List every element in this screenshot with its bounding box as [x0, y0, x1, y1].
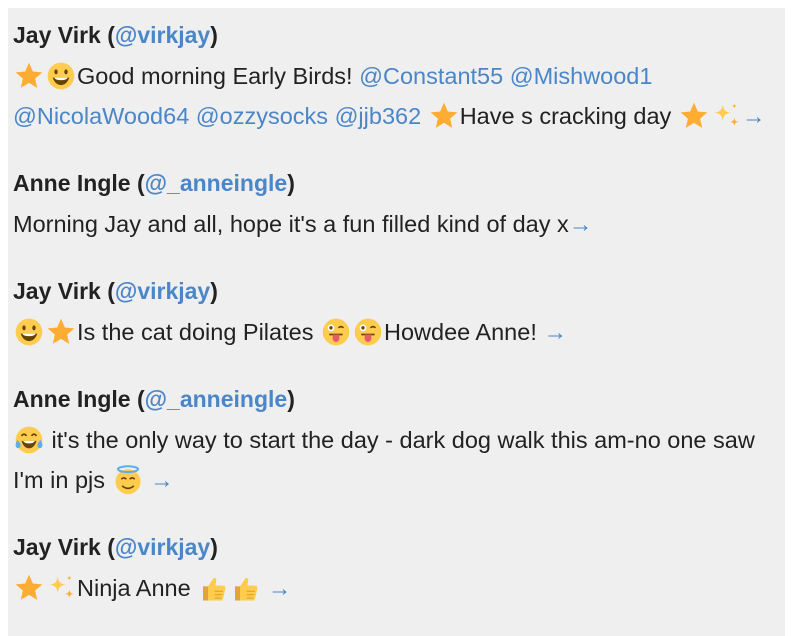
- mention-link[interactable]: @Mishwood1: [510, 63, 653, 89]
- tweet-text: Is the cat doing Pilates Howdee Anne! →: [13, 312, 785, 352]
- sparkles-icon: [711, 101, 741, 131]
- tweet: Jay Virk (@virkjay) Good morning Early B…: [8, 18, 785, 136]
- author-handle-link[interactable]: @_anneingle: [145, 170, 288, 196]
- mention-link[interactable]: @ozzysocks: [196, 103, 328, 129]
- tweet-author-line: Anne Ingle (@_anneingle): [13, 166, 785, 200]
- star-icon: [679, 101, 709, 131]
- tweet-author-line: Jay Virk (@virkjay): [13, 274, 785, 308]
- sparkles-icon: [46, 573, 76, 603]
- tweet-feed: Jay Virk (@virkjay) Good morning Early B…: [8, 8, 785, 636]
- author-handle-wrap: (@virkjay): [107, 22, 218, 48]
- author-handle-wrap: (@virkjay): [107, 278, 218, 304]
- tweet-text: Good morning Early Birds! @Constant55 @M…: [13, 56, 785, 136]
- author-handle-link[interactable]: @virkjay: [115, 278, 210, 304]
- author-handle-wrap: (@virkjay): [107, 534, 218, 560]
- mention-link[interactable]: @jjb362: [335, 103, 422, 129]
- grinning-face-icon: [46, 61, 76, 91]
- tweet-text-segment: [421, 103, 428, 129]
- halo-face-icon: [113, 465, 143, 495]
- tweet-author-line: Anne Ingle (@_anneingle): [13, 382, 785, 416]
- tweet-author-line: Jay Virk (@virkjay): [13, 530, 785, 564]
- star-icon: [429, 101, 459, 131]
- arrow-right-icon[interactable]: →: [150, 467, 174, 493]
- tweet-text-segment: Morning Jay and all, hope it's a fun fil…: [13, 211, 569, 237]
- tweet-text: it's the only way to start the day - dar…: [13, 420, 785, 500]
- author-handle-link[interactable]: @virkjay: [115, 22, 210, 48]
- tweet: Jay Virk (@virkjay) Is the cat doing Pil…: [8, 274, 785, 352]
- tweet-text-segment: Ninja Anne: [77, 575, 198, 601]
- winking-tongue-icon: [353, 317, 383, 347]
- winking-tongue-icon: [321, 317, 351, 347]
- tweet: Anne Ingle (@_anneingle) Morning Jay and…: [8, 166, 785, 244]
- tweet: Anne Ingle (@_anneingle) it's the only w…: [8, 382, 785, 500]
- mention-link[interactable]: @NicolaWood64: [13, 103, 189, 129]
- author-name[interactable]: Jay Virk: [13, 278, 101, 304]
- star-icon: [14, 61, 44, 91]
- thumbs-up-icon: [198, 573, 228, 603]
- mention-link[interactable]: @Constant55: [359, 63, 503, 89]
- author-name[interactable]: Anne Ingle: [13, 386, 131, 412]
- author-handle-wrap: (@_anneingle): [136, 170, 295, 196]
- author-handle-wrap: (@_anneingle): [136, 386, 295, 412]
- tweet-text-segment: Howdee Anne!: [383, 319, 544, 345]
- star-icon: [14, 573, 44, 603]
- author-name[interactable]: Jay Virk: [13, 22, 101, 48]
- thumbs-up-icon: [230, 573, 260, 603]
- tweet-text: Morning Jay and all, hope it's a fun fil…: [13, 204, 785, 244]
- grinning-face-icon: [14, 317, 44, 347]
- arrow-right-icon[interactable]: →: [569, 211, 593, 237]
- author-handle-link[interactable]: @_anneingle: [145, 386, 288, 412]
- arrow-right-icon[interactable]: →: [543, 319, 567, 345]
- tweet-text-segment: Is the cat doing Pilates: [77, 319, 320, 345]
- author-handle-link[interactable]: @virkjay: [115, 534, 210, 560]
- tweet: Jay Virk (@virkjay) Ninja Anne →: [8, 530, 785, 608]
- tears-of-joy-icon: [14, 425, 44, 455]
- tweet-text-segment: Have s cracking day: [459, 103, 678, 129]
- tweet-author-line: Jay Virk (@virkjay): [13, 18, 785, 52]
- star-icon: [46, 317, 76, 347]
- author-name[interactable]: Anne Ingle: [13, 170, 131, 196]
- arrow-right-icon[interactable]: →: [742, 103, 766, 129]
- tweet-text-segment: Good morning Early Birds!: [77, 63, 360, 89]
- tweet-text: Ninja Anne →: [13, 568, 785, 608]
- arrow-right-icon[interactable]: →: [268, 575, 292, 601]
- author-name[interactable]: Jay Virk: [13, 534, 101, 560]
